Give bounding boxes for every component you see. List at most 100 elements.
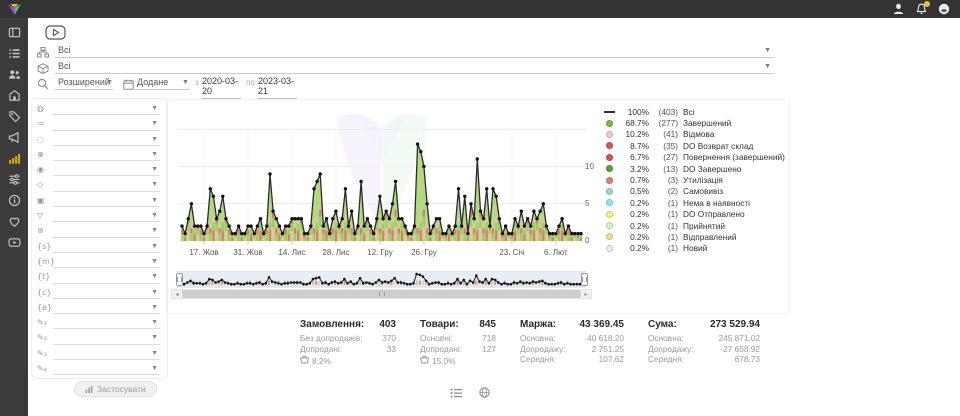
chevron-down-icon[interactable]: ▼ (151, 273, 158, 280)
legend-item[interactable]: 0.2%(1)Нема в наявності (603, 197, 785, 208)
topbar-actions (892, 3, 950, 15)
chevron-down-icon[interactable]: ▼ (151, 136, 158, 143)
filter-row-var-t[interactable]: {t}▼ (32, 270, 167, 285)
filter-product[interactable]: Всі ▼ (36, 60, 777, 74)
legend-item[interactable]: 0.7%(3)Утилізація (603, 174, 785, 185)
sidebar-item-support[interactable] (7, 214, 22, 229)
legend-item[interactable]: 10.2%(41)Відмова (603, 129, 785, 140)
sidebar-item-store[interactable] (7, 88, 22, 103)
search-mode-select[interactable]: Розширений (58, 77, 110, 87)
stat-sub-value: 678.73 (735, 354, 760, 365)
chevron-down-icon[interactable]: ▼ (151, 181, 158, 188)
filter-underline (53, 114, 160, 115)
legend-item[interactable]: 3.2%(13)DO Завершено (603, 163, 785, 174)
legend-label: Відмова (683, 129, 714, 139)
legend-percent: 8.7% (619, 141, 649, 151)
date-to-input[interactable]: 2023-03-21 (258, 76, 297, 99)
chevron-down-icon[interactable]: ▼ (151, 304, 158, 311)
date-from-input[interactable]: 2020-03-20 (202, 76, 241, 99)
legend-item[interactable]: 0.2%(1)Відправлений (603, 231, 785, 242)
video-help-icon[interactable] (45, 25, 66, 45)
filter-row-edit-2[interactable]: ✎₂▼ (32, 331, 167, 346)
filter-row-funnel[interactable]: ▽▼ (32, 209, 167, 224)
sidebar-item-marketing[interactable] (7, 130, 22, 145)
filter-row-edit-3[interactable]: ✎₃▼ (32, 347, 167, 362)
filter-underline (53, 145, 160, 146)
scroll-left-arrow[interactable]: ◂ (172, 290, 182, 298)
export-icon[interactable] (479, 385, 490, 403)
chevron-down-icon[interactable]: ▼ (764, 63, 771, 70)
legend-item[interactable]: 6.7%(27)Повернення (завершений) (603, 152, 785, 163)
chevron-down-icon[interactable]: ▼ (106, 79, 113, 86)
navigator-left-handle[interactable] (176, 273, 183, 286)
filter-underline (53, 206, 160, 207)
filter-underline (53, 374, 160, 375)
legend-item[interactable]: 0.5%(2)Самовивіз (603, 186, 785, 197)
legend-item[interactable]: 0.2%(1)Прийнятий (603, 220, 785, 231)
chart-settings-icon[interactable] (450, 385, 462, 403)
legend-item[interactable]: 0.2%(1)Новий (603, 243, 785, 254)
legend-percent: 0.2% (619, 221, 649, 231)
filter-row-var-m[interactable]: {m}▼ (32, 255, 167, 270)
filter-row-edit-4[interactable]: ✎₄▼ (32, 362, 167, 377)
sidebar-item-dashboard[interactable] (7, 25, 22, 40)
chevron-down-icon[interactable]: ▼ (151, 212, 158, 219)
apply-button[interactable]: Застосувати (74, 381, 157, 397)
chevron-down-icon[interactable]: ▼ (151, 243, 158, 250)
chevron-down-icon[interactable]: ▼ (151, 105, 158, 112)
scroll-right-arrow[interactable]: ▸ (581, 290, 591, 298)
filter-row-globe[interactable]: ⊛▼ (32, 224, 167, 239)
filter-row-image[interactable]: ▣▼ (32, 194, 167, 209)
chevron-down-icon[interactable]: ▼ (151, 166, 158, 173)
chevron-down-icon[interactable]: ▼ (151, 258, 158, 265)
sidebar-item-customers[interactable] (7, 67, 22, 82)
user-icon[interactable] (892, 3, 904, 15)
legend-line-marker (604, 111, 615, 113)
sidebar-item-info[interactable] (7, 193, 22, 208)
app-logo (7, 3, 22, 16)
chevron-down-icon[interactable]: ▼ (151, 227, 158, 234)
navigator-right-handle[interactable] (581, 273, 588, 286)
legend-item[interactable]: 100%(403)Всі (603, 106, 785, 117)
sidebar-item-orders-list[interactable] (7, 46, 22, 61)
sidebar-item-video-tutorials[interactable] (7, 235, 22, 250)
legend-item[interactable]: 68.7%(277)Завершений (603, 117, 785, 128)
filter-row-var-s[interactable]: {s}▼ (32, 240, 167, 255)
range-navigator[interactable] (177, 271, 586, 288)
scrollbar-thumb[interactable] (182, 290, 581, 298)
filter-underline (53, 267, 160, 268)
date-field-select[interactable]: Додане (137, 77, 168, 87)
chevron-down-icon[interactable]: ▼ (151, 120, 158, 127)
bell-icon[interactable] (915, 3, 927, 15)
filter-row-var-c[interactable]: {c}▼ (32, 286, 167, 301)
legend-item[interactable]: 0.2%(1)DO Отправлено (603, 209, 785, 220)
chevron-down-icon[interactable]: ▼ (764, 47, 771, 54)
stat-sub-value: 33 (387, 344, 396, 355)
filter-category[interactable]: Всі ▼ (36, 44, 777, 58)
sidebar-item-analytics[interactable] (7, 151, 22, 166)
sidebar-item-settings[interactable] (7, 172, 22, 187)
chevron-down-icon[interactable]: ▼ (151, 350, 158, 357)
filter-row-sort[interactable]: ≔▼ (32, 117, 167, 132)
filter-row-coin[interactable]: ◉▼ (32, 163, 167, 178)
stat-sub-value: 370 (382, 333, 396, 344)
filter-row-user-plus[interactable]: ⊕▼ (32, 148, 167, 163)
filter-row-var-e[interactable]: {e}▼ (32, 301, 167, 316)
filter-row-wheel[interactable]: ◍▼ (32, 102, 167, 117)
chevron-down-icon[interactable]: ▼ (151, 289, 158, 296)
avatar-icon[interactable] (938, 3, 950, 15)
filter-row-edit-1[interactable]: ✎₁▼ (32, 316, 167, 331)
filter-row-package[interactable]: ◇▼ (32, 178, 167, 193)
chevron-down-icon[interactable]: ▼ (151, 151, 158, 158)
stat-badge-value: 15.0% (432, 356, 456, 366)
legend-item[interactable]: 8.7%(35)DO Возврат склад (603, 140, 785, 151)
sidebar-item-promotions[interactable] (7, 109, 22, 124)
chevron-down-icon[interactable]: ▼ (151, 365, 158, 372)
stat-value: 273 529.94 (710, 319, 760, 330)
chevron-down-icon[interactable]: ▼ (151, 334, 158, 341)
filter-row-status[interactable]: ◌▼ (32, 133, 167, 148)
legend-label: Утилізація (683, 175, 723, 185)
chevron-down-icon[interactable]: ▼ (151, 319, 158, 326)
chevron-down-icon[interactable]: ▼ (151, 197, 158, 204)
chevron-down-icon[interactable]: ▼ (182, 79, 189, 86)
